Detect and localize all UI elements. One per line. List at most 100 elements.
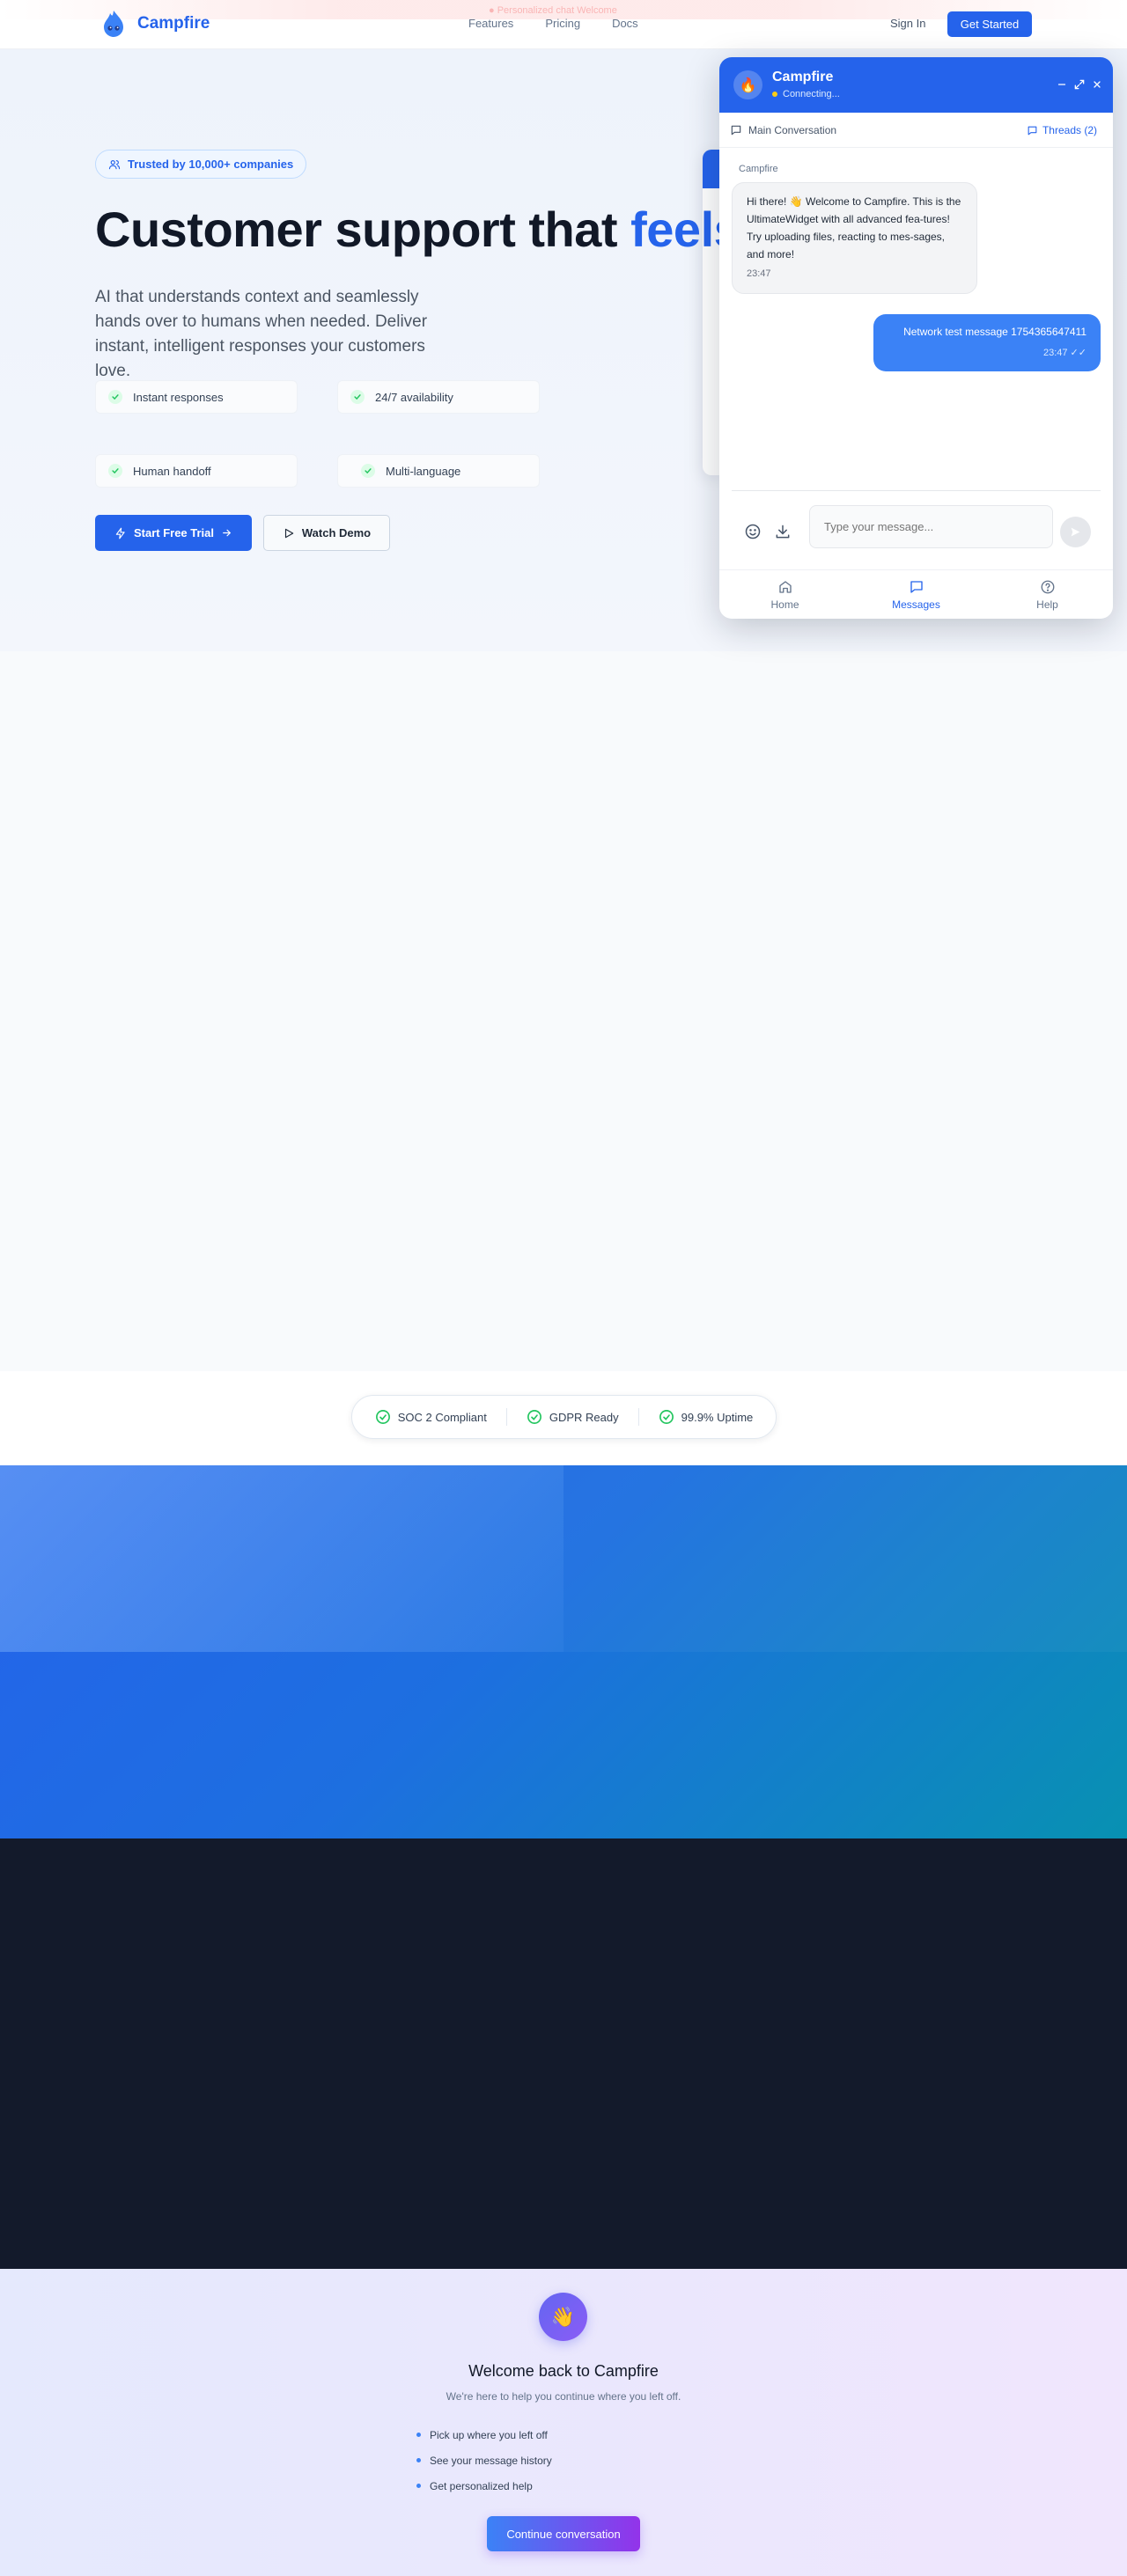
compliance-uptime: 99.9% Uptime (659, 1409, 753, 1425)
brand-logo-link[interactable]: Campfire (99, 9, 210, 39)
nav-messages[interactable]: Messages (851, 570, 982, 619)
nav-features[interactable]: Features (468, 17, 513, 30)
hero-title-main: Customer support that (95, 202, 631, 257)
fire-icon: 🔥 (733, 70, 762, 99)
divider (505, 1408, 507, 1426)
outgoing-message-text: Network test message 1754365647411 (903, 326, 1086, 338)
welcome-back-title: Welcome back to Campfire (468, 2362, 659, 2380)
widget-bottom-nav: Home Messages Help (719, 569, 1113, 619)
check-circle-icon (108, 390, 122, 404)
check-circle-icon (375, 1410, 390, 1424)
check-circle-icon (350, 390, 365, 404)
check-circle-icon (527, 1410, 541, 1424)
check-circle-icon (659, 1410, 674, 1424)
widget-title: Campfire (772, 70, 834, 84)
check-circle-icon (361, 464, 375, 478)
brand-name: Campfire (137, 14, 210, 33)
welcome-back-list: Pick up where you left off See your mess… (416, 2422, 552, 2499)
message-sender: Campfire (739, 164, 778, 174)
compliance-label: SOC 2 Compliant (397, 1410, 487, 1424)
play-icon (284, 528, 294, 538)
close-button[interactable] (1089, 77, 1105, 92)
home-icon (778, 580, 792, 593)
list-item-label: See your message history (430, 2454, 552, 2467)
connection-status-text: Connecting... (783, 89, 840, 99)
get-started-button[interactable]: Get Started (947, 11, 1032, 37)
chat-widget: 🔥 Campfire Connecting... Main Conversati… (719, 57, 1113, 619)
incoming-message-text: Hi there! 👋 Welcome to Campfire. This is… (747, 195, 961, 261)
incoming-message: Hi there! 👋 Welcome to Campfire. This is… (732, 182, 977, 294)
compliance-gdpr: GDPR Ready (527, 1409, 619, 1425)
chat-bubble-icon (1028, 126, 1037, 135)
main-conversation-tab[interactable]: Main Conversation (730, 124, 836, 136)
divider (637, 1408, 639, 1426)
users-icon (108, 159, 121, 169)
message-timestamp: 23:47 (747, 268, 771, 279)
download-icon (776, 525, 790, 539)
empty-content-section (0, 651, 1127, 1371)
nav-label: Messages (892, 598, 940, 611)
expand-button[interactable] (1072, 77, 1087, 92)
hero-title: Customer support that feels (95, 201, 741, 258)
nav-home[interactable]: Home (719, 570, 851, 619)
feature-label: Multi-language (386, 464, 461, 478)
watch-demo-button[interactable]: Watch Demo (263, 515, 390, 551)
close-icon (1094, 81, 1101, 88)
bullet-icon (416, 2484, 421, 2488)
start-free-trial-label: Start Free Trial (133, 526, 215, 539)
upload-button[interactable] (772, 521, 793, 542)
arrow-right-icon (223, 529, 232, 537)
list-item: See your message history (416, 2448, 552, 2473)
expand-icon (1074, 79, 1085, 90)
widget-header: 🔥 Campfire Connecting... (719, 57, 1113, 113)
welcome-back-subtitle: We're here to help you continue where yo… (446, 2390, 681, 2403)
feature-label: 24/7 availability (375, 390, 453, 404)
emoji-button[interactable] (742, 521, 763, 542)
compliance-badges: SOC 2 Compliant GDPR Ready 99.9% Uptime (351, 1395, 777, 1439)
check-circle-icon (108, 464, 122, 478)
gradient-section (0, 1465, 1127, 1838)
trusted-badge: Trusted by 10,000+ companies (95, 150, 307, 179)
nav-docs[interactable]: Docs (612, 17, 638, 30)
nav-help[interactable]: Help (982, 570, 1113, 619)
list-item: Get personalized help (416, 2473, 552, 2499)
threads-label: Threads (2) (1042, 124, 1097, 136)
hero-subtitle: AI that understands context and seamless… (95, 288, 428, 380)
feature-instant-responses: Instant responses (95, 380, 298, 414)
help-icon (1041, 580, 1054, 593)
background-preview-card (703, 150, 720, 475)
continue-conversation-button[interactable]: Continue conversation (487, 2516, 640, 2551)
welcome-back-section: 👋 Welcome back to Campfire We're here to… (0, 2269, 1127, 2576)
start-free-trial-button[interactable]: Start Free Trial (95, 515, 252, 551)
campfire-logo-icon (104, 11, 123, 37)
send-icon (1071, 527, 1080, 537)
status-dot-icon (772, 92, 777, 97)
send-button[interactable] (1060, 517, 1091, 547)
gradient-panel (0, 1465, 564, 1652)
nav-label: Help (1036, 598, 1058, 611)
feature-multi-language: Multi-language (337, 454, 540, 488)
nav-label: Home (770, 598, 799, 611)
minimize-button[interactable] (1054, 77, 1070, 92)
lightning-icon (115, 527, 125, 539)
bullet-icon (416, 2433, 421, 2437)
chat-bubble-icon (731, 125, 741, 136)
watch-demo-label: Watch Demo (301, 526, 372, 539)
compliance-section: SOC 2 Compliant GDPR Ready 99.9% Uptime (0, 1371, 1127, 1465)
list-item-label: Get personalized help (430, 2479, 533, 2492)
sign-in-link[interactable]: Sign In (890, 17, 925, 30)
trusted-badge-text: Trusted by 10,000+ companies (128, 158, 294, 171)
divider (732, 490, 1101, 491)
outgoing-message: Network test message 1754365647411 23:47… (873, 314, 1101, 371)
nav-pricing[interactable]: Pricing (545, 17, 580, 30)
connection-status: Connecting... (772, 89, 840, 99)
compliance-soc2: SOC 2 Compliant (375, 1409, 487, 1425)
feature-availability: 24/7 availability (337, 380, 540, 414)
banner-text: ● Personalized chat Welcome (489, 5, 617, 16)
waving-hand-icon: 👋 (539, 2293, 587, 2341)
feature-label: Instant responses (133, 390, 224, 404)
main-nav: Features Pricing Docs (468, 17, 638, 30)
threads-button[interactable]: Threads (2) (1027, 124, 1097, 136)
list-item: Pick up where you left off (416, 2422, 552, 2448)
message-input[interactable] (809, 505, 1053, 548)
